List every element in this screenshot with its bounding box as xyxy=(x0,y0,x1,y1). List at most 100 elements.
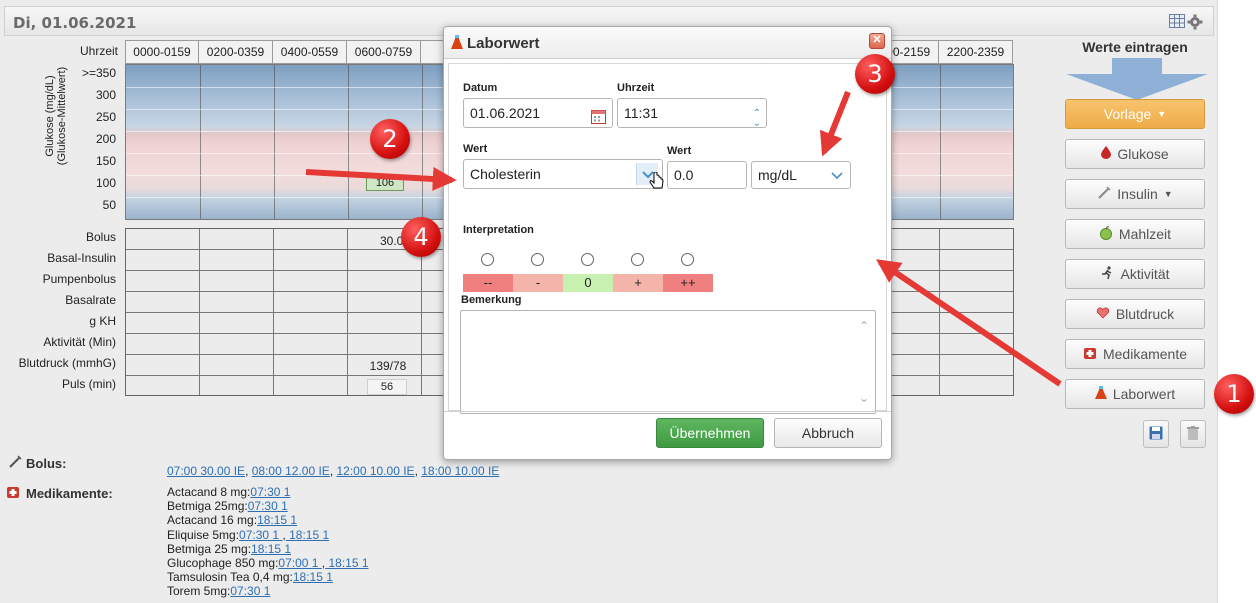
interpretation-option-label[interactable]: ++ xyxy=(663,274,713,292)
close-icon[interactable]: ✕ xyxy=(869,33,885,49)
medication-button[interactable]: Medikamente xyxy=(1065,339,1205,369)
glucose-axis-tick: 50 xyxy=(102,198,116,212)
medication-dose-link[interactable]: 18:15 1 xyxy=(257,513,297,527)
row-label: g KH xyxy=(89,314,116,328)
apply-button[interactable]: Übernehmen xyxy=(656,418,764,448)
interpretation-option-label[interactable]: -- xyxy=(463,274,513,292)
annotation-badge-2: 2 xyxy=(370,119,410,159)
medication-item: Tamsulosin Tea 0,4 mg:18:15 1 xyxy=(167,570,369,584)
chart-vertical-gridline xyxy=(940,65,941,219)
delete-button[interactable] xyxy=(1180,420,1206,448)
interpretation-option-label[interactable]: + xyxy=(613,274,663,292)
day-title: Di, 01.06.2021 xyxy=(13,14,137,32)
template-button-label: Vorlage xyxy=(1103,106,1152,122)
spinner-down-icon[interactable]: ⌄ xyxy=(753,110,761,138)
bolus-entry-link[interactable]: 12:00 10.00 IE xyxy=(337,464,415,478)
medication-name: Actacand 16 mg: xyxy=(167,513,258,528)
meds-info-label: Medikamente: xyxy=(26,486,113,501)
chart-vertical-gridline xyxy=(348,65,349,219)
remark-textarea[interactable]: ⌃ ⌄ xyxy=(460,310,876,414)
value-type-select[interactable]: Cholesterin xyxy=(463,159,663,189)
table-col-divider xyxy=(347,229,348,395)
lab-value-dialog: Laborwert ✕ Datum 01.06.2021 Uhrzeit 11:… xyxy=(443,26,892,460)
chevron-down-icon[interactable] xyxy=(828,164,846,194)
value-input[interactable]: 0.0 xyxy=(667,161,747,189)
medication-dose-link[interactable]: 18:15 1 xyxy=(286,528,329,542)
table-col-divider xyxy=(273,229,274,395)
template-button[interactable]: Vorlage ▼ xyxy=(1065,99,1205,129)
glucose-button[interactable]: Glukose xyxy=(1065,139,1205,169)
hand-cursor-icon xyxy=(649,171,665,195)
row-label: Basalrate xyxy=(65,293,116,307)
medication-dose-link[interactable]: 07:00 1 xyxy=(278,556,321,570)
meal-button-label: Mahlzeit xyxy=(1118,226,1172,242)
day-tools xyxy=(1169,14,1203,30)
blood-pressure-cell-value[interactable]: 139/78 xyxy=(351,359,425,373)
interpretation-option-label[interactable]: 0 xyxy=(563,274,613,292)
time-slot-header: 0600-0759 xyxy=(347,40,421,64)
flask-icon xyxy=(451,35,463,53)
unit-select[interactable]: mg/dL xyxy=(751,161,851,189)
medication-name: Torem 5mg: xyxy=(167,584,231,599)
interpretation-radio[interactable] xyxy=(581,253,594,266)
medication-dose-link[interactable]: 18:15 1 xyxy=(325,556,368,570)
cancel-button[interactable]: Abbruch xyxy=(774,418,882,448)
interpretation-radio[interactable] xyxy=(531,253,544,266)
bolus-entry-link[interactable]: 18:00 10.00 IE xyxy=(421,464,499,478)
enter-values-title: Werte eintragen xyxy=(1082,39,1188,55)
medication-dose-link[interactable]: 07:30 1 xyxy=(230,584,270,598)
time-header-label: Uhrzeit xyxy=(79,44,118,58)
time-slot-header: 0000-0159 xyxy=(125,40,199,64)
date-field[interactable]: 01.06.2021 xyxy=(463,98,613,128)
glucose-value-marker[interactable]: 106 xyxy=(366,175,404,191)
medication-dose-link[interactable]: 07:30 1 xyxy=(250,485,290,499)
glucose-axis-tick: 250 xyxy=(95,110,116,124)
interpretation-radio[interactable] xyxy=(481,253,494,266)
row-label: Puls (min) xyxy=(61,377,116,391)
value-label: Wert xyxy=(667,145,692,157)
apple-icon xyxy=(1099,225,1113,243)
bolus-entry-link[interactable]: 07:00 30.00 IE xyxy=(167,464,245,478)
save-button[interactable] xyxy=(1143,420,1169,448)
time-slot-header: 2200-2359 xyxy=(939,40,1013,64)
calendar-icon[interactable] xyxy=(591,105,606,133)
dialog-header[interactable]: Laborwert ✕ xyxy=(444,27,891,59)
table-col-divider xyxy=(939,229,940,395)
bolus-entry-link[interactable]: 08:00 12.00 IE xyxy=(252,464,330,478)
table-view-icon[interactable] xyxy=(1169,14,1185,28)
lab-value-button[interactable]: Laborwert xyxy=(1065,379,1205,409)
value-type-selected: Cholesterin xyxy=(470,166,541,182)
medication-dose-link[interactable]: 18:15 1 xyxy=(251,542,291,556)
chart-vertical-gridline xyxy=(274,65,275,219)
row-label: Bolus xyxy=(85,230,116,244)
medication-dose-link[interactable]: 07:30 1 xyxy=(239,528,282,542)
medicine-box-icon xyxy=(1083,346,1097,363)
gear-icon[interactable] xyxy=(1187,14,1203,30)
interpretation-option-label[interactable]: - xyxy=(513,274,563,292)
scroll-up-icon[interactable]: ⌃ xyxy=(859,319,869,333)
meal-button[interactable]: Mahlzeit xyxy=(1065,219,1205,249)
scroll-down-icon[interactable]: ⌄ xyxy=(859,391,869,405)
row-label: Pumpenbolus xyxy=(42,272,116,286)
medication-list: Actacand 8 mg:07:30 1 Betmiga 25mg:07:30 … xyxy=(167,485,369,599)
blood-pressure-button[interactable]: Blutdruck xyxy=(1065,299,1205,329)
down-arrow-graphic xyxy=(1066,58,1208,100)
medication-name: Glucophage 850 mg: xyxy=(167,556,279,571)
pulse-cell-value[interactable]: 56 xyxy=(367,379,407,395)
interpretation-radio[interactable] xyxy=(681,253,694,266)
medication-item: Actacand 16 mg:18:15 1 xyxy=(167,513,369,527)
medication-dose-link[interactable]: 07:30 1 xyxy=(248,499,288,513)
medication-dose-link[interactable]: 18:15 1 xyxy=(293,570,333,584)
activity-button[interactable]: Aktivität xyxy=(1065,259,1205,289)
glucose-axis-label-line1: Glukose (mg/dL) xyxy=(44,75,56,157)
medication-item: Betmiga 25 mg:18:15 1 xyxy=(167,542,369,556)
glucose-axis-tick: >=350 xyxy=(81,66,116,80)
trash-icon xyxy=(1187,425,1199,443)
insulin-button[interactable]: Insulin ▼ xyxy=(1065,179,1205,209)
activity-button-label: Aktivität xyxy=(1120,266,1170,282)
medication-button-label: Medikamente xyxy=(1102,346,1188,362)
interpretation-radio[interactable] xyxy=(631,253,644,266)
glucose-axis-tick: 150 xyxy=(95,154,116,168)
time-field[interactable]: 11:31 ⌃ ⌄ xyxy=(617,98,767,129)
annotation-badge-3: 3 xyxy=(855,54,895,94)
